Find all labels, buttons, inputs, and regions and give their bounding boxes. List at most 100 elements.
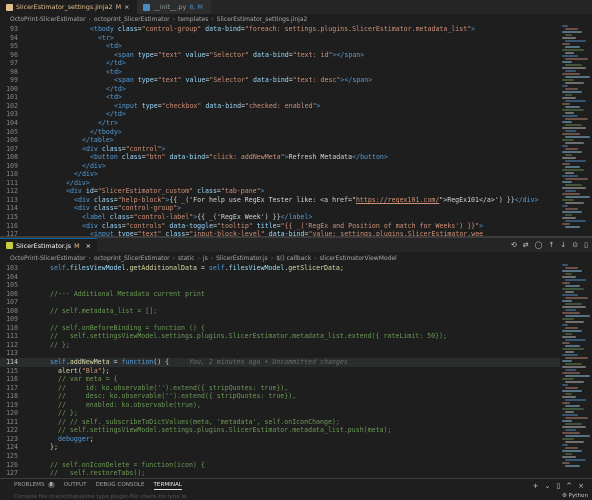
close-icon[interactable]: × [124, 3, 129, 11]
tab-slicerestimator-js[interactable]: SlicerEstimator.js M × [0, 238, 97, 252]
terminal-output: Compile file check/statusline type plugi… [14, 494, 187, 500]
code-line: 116 // var meta = { [0, 375, 560, 384]
line-number: 110 [6, 323, 18, 332]
line-number: 111 [6, 178, 18, 187]
editor-action-icon[interactable]: ↓ [560, 241, 566, 249]
python-indicator[interactable]: ⚙ Python [562, 493, 588, 499]
panel-tab-debug-console[interactable]: DEBUG CONSOLE [96, 482, 145, 490]
gutter [24, 281, 34, 290]
token: data-toggle [169, 221, 214, 230]
minimap-line [562, 414, 578, 416]
editor-action-icon[interactable]: ↑ [549, 241, 555, 249]
line-number: 103 [6, 110, 18, 119]
minimap-top[interactable] [562, 25, 590, 235]
gutter [24, 273, 34, 282]
token: class [101, 144, 122, 153]
editor-action-icon[interactable]: ◯ [535, 241, 543, 249]
breadcrumb-item[interactable]: octoprint_SlicerEstimator [94, 16, 170, 23]
minimap-line [562, 199, 574, 201]
breadcrumb-item[interactable]: OctoPrint-SlicerEstimator [10, 255, 86, 262]
minimap-bottom[interactable] [562, 264, 590, 474]
code-text: // }; [34, 409, 78, 418]
minimap-line [562, 306, 586, 308]
line-number: 121 [6, 417, 18, 426]
panel-action-icon[interactable]: ▯ [556, 482, 560, 490]
panel-action-icon[interactable]: ⌄ [545, 482, 551, 490]
token: class [93, 204, 114, 213]
panel-tab-label: PROBLEMS [14, 482, 45, 488]
tab-0[interactable]: SlicerEstimator_settings.jinja2 M × [0, 0, 138, 14]
line-number: 122 [6, 426, 18, 435]
breadcrumb-item[interactable]: static [178, 255, 194, 262]
token: </label> [280, 213, 313, 222]
code-line: 123 debugger; [0, 435, 560, 444]
minimap-line [565, 148, 578, 150]
breadcrumb-item[interactable]: SlicerEstimator.js [216, 255, 268, 262]
token: </div> [514, 195, 539, 204]
editor-bottom[interactable]: 103 self.filesViewModel.getAdditionalData… [0, 264, 560, 478]
minimap-line [565, 124, 582, 126]
minimap-line [562, 217, 576, 219]
minimap-line [565, 315, 590, 317]
minimap-line [565, 267, 578, 269]
panel-action-icon[interactable]: + [533, 482, 539, 490]
token: ></span> [332, 50, 365, 59]
panel-action-icon[interactable]: × [578, 482, 584, 490]
panel-tab-terminal[interactable]: TERMINAL [153, 482, 182, 490]
editor-action-icon[interactable]: ⇄ [523, 241, 529, 249]
code-line: 110 // self.onBeforeBinding = function ()… [0, 324, 560, 333]
gutter [24, 290, 34, 299]
minimap-line [562, 79, 574, 81]
panel-action-icon[interactable]: ^ [566, 482, 572, 490]
minimap-line [562, 366, 586, 368]
token: </td> [106, 59, 126, 68]
breadcrumb-item[interactable]: $() callback [276, 255, 311, 262]
editor-action-icon[interactable]: ⟲ [511, 241, 517, 249]
minimap-line [565, 100, 586, 102]
panel-tab-problems[interactable]: PROBLEMS 8 [14, 482, 55, 490]
line-number: 93 [10, 25, 18, 33]
token: <div [82, 221, 102, 230]
line-number: 114 [6, 358, 18, 367]
token: value [185, 76, 206, 85]
token: type [141, 101, 158, 110]
line-number: 127 [6, 469, 18, 478]
token: addNewMeta [69, 358, 110, 367]
minimap-line [562, 432, 580, 434]
minimap-line [565, 58, 588, 60]
breadcrumb-item[interactable]: js [203, 255, 208, 262]
breadcrumb-item[interactable]: octoprint_SlicerEstimator [94, 255, 170, 262]
code-text: <td> [34, 93, 122, 102]
minimap-line [562, 85, 568, 87]
line-number: 125 [6, 452, 18, 461]
minimap-line [562, 55, 578, 57]
minimap-line [565, 375, 590, 377]
gutter [24, 213, 34, 222]
token: // }; [50, 340, 70, 349]
breadcrumb-item[interactable]: SlicerEstimator_settings.jinja2 [217, 16, 308, 23]
token: "btn" [145, 153, 166, 162]
minimap-line [562, 444, 568, 446]
breadcrumb-item[interactable]: slicerEstimatorViewModel [320, 255, 397, 262]
editor-action-icon[interactable]: ⊙ [572, 241, 578, 249]
editor-action-icon[interactable]: ▯ [584, 241, 588, 249]
code-text: </td> [34, 110, 126, 119]
panel-tab-output[interactable]: OUTPUT [64, 482, 87, 490]
editor-top[interactable]: 93 <tbody class="control-group" data-bind… [0, 25, 560, 236]
breadcrumb-item[interactable]: OctoPrint-SlicerEstimator [10, 16, 86, 23]
minimap-line [565, 387, 578, 389]
breadcrumb-item[interactable]: templates [178, 16, 208, 23]
code-text: </tr> [34, 119, 118, 128]
code-text: <div class="control-group"> [34, 204, 181, 213]
token: // var meta = { [58, 375, 118, 384]
token: <td> [106, 93, 122, 102]
minimap-line [565, 405, 580, 407]
line-number: 107 [6, 144, 18, 153]
token: class [101, 221, 122, 230]
token: // }; [58, 409, 78, 418]
gutter [24, 452, 34, 461]
minimap-line [562, 145, 568, 147]
tab-1[interactable]: __init__.py 8, M [137, 0, 211, 14]
close-icon[interactable]: × [86, 242, 91, 250]
gutter [24, 42, 34, 51]
